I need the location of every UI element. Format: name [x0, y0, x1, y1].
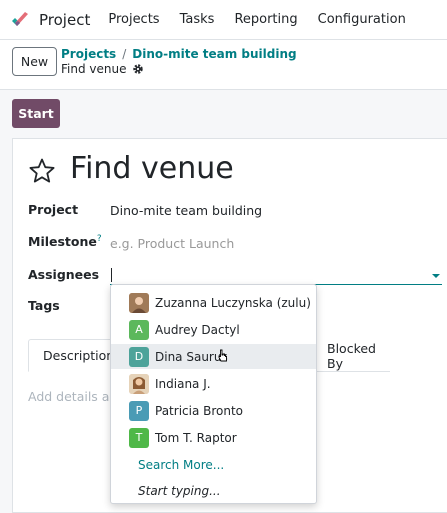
breadcrumb-project[interactable]: Dino-mite team building: [132, 47, 296, 61]
menu-configuration[interactable]: Configuration: [318, 12, 406, 27]
dropdown-item[interactable]: D Dina Saurus: [111, 344, 316, 369]
avatar: [129, 373, 149, 394]
dropdown-arrow-icon[interactable]: [432, 274, 440, 278]
dropdown-item-label: Tom T. Raptor: [155, 430, 237, 445]
help-tooltip-icon[interactable]: ?: [97, 234, 102, 244]
breadcrumb-current: Find venue: [61, 62, 127, 76]
avatar: D: [129, 346, 149, 367]
start-typing-hint: Start typing...: [138, 483, 221, 498]
tags-label: Tags: [28, 298, 60, 313]
assignees-input[interactable]: [110, 267, 442, 285]
milestone-label: Milestone: [28, 234, 97, 250]
menu-reporting[interactable]: Reporting: [234, 12, 297, 27]
search-more-link[interactable]: Search More...: [111, 452, 316, 477]
text-cursor: [111, 268, 112, 282]
avatar: T: [129, 427, 149, 448]
dropdown-item-label: Patricia Bronto: [155, 403, 244, 418]
dropdown-item[interactable]: A Audrey Dactyl: [111, 317, 316, 342]
breadcrumb-current-row: Find venue: [61, 62, 144, 76]
control-panel: New Projects / Dino-mite team building F…: [0, 40, 447, 90]
assignees-label: Assignees: [28, 267, 100, 282]
dropdown-item[interactable]: Indiana J.: [111, 371, 316, 396]
assignees-dropdown: Zuzanna Luczynska (zulu) A Audrey Dactyl…: [110, 284, 317, 504]
dropdown-item-label: Dina Saurus: [155, 349, 228, 364]
start-button[interactable]: Start: [12, 99, 60, 128]
dropdown-item-label: Audrey Dactyl: [155, 322, 240, 337]
avatar: A: [129, 319, 149, 340]
breadcrumb-separator: /: [122, 47, 127, 61]
dropdown-item[interactable]: Zuzanna Luczynska (zulu): [111, 290, 316, 315]
dropdown-item-label: Zuzanna Luczynska (zulu): [155, 295, 311, 310]
project-field[interactable]: Dino-mite team building: [110, 203, 262, 218]
milestone-label-group: Milestone?: [28, 234, 102, 249]
dropdown-item-label: Indiana J.: [155, 376, 211, 391]
mouse-pointer-icon: [218, 349, 227, 362]
avatar: [129, 292, 149, 313]
top-navbar: Project Projects Tasks Reporting Configu…: [0, 0, 447, 40]
milestone-field[interactable]: e.g. Product Launch: [110, 236, 234, 251]
gear-icon[interactable]: [132, 63, 144, 75]
breadcrumb-projects[interactable]: Projects: [61, 47, 116, 61]
menu-tasks[interactable]: Tasks: [180, 12, 215, 27]
tab-blocked-by[interactable]: Blocked By: [313, 339, 390, 372]
breadcrumb: Projects / Dino-mite team building: [61, 47, 297, 61]
task-title[interactable]: Find venue: [70, 151, 234, 186]
app-name[interactable]: Project: [39, 11, 90, 29]
dropdown-item[interactable]: P Patricia Bronto: [111, 398, 316, 423]
new-button[interactable]: New: [12, 47, 57, 76]
dropdown-item[interactable]: T Tom T. Raptor: [111, 425, 316, 450]
avatar: P: [129, 400, 149, 421]
project-label: Project: [28, 202, 79, 217]
menu-projects[interactable]: Projects: [108, 12, 159, 27]
star-icon[interactable]: [28, 157, 56, 185]
project-app-logo-icon[interactable]: [10, 10, 30, 30]
